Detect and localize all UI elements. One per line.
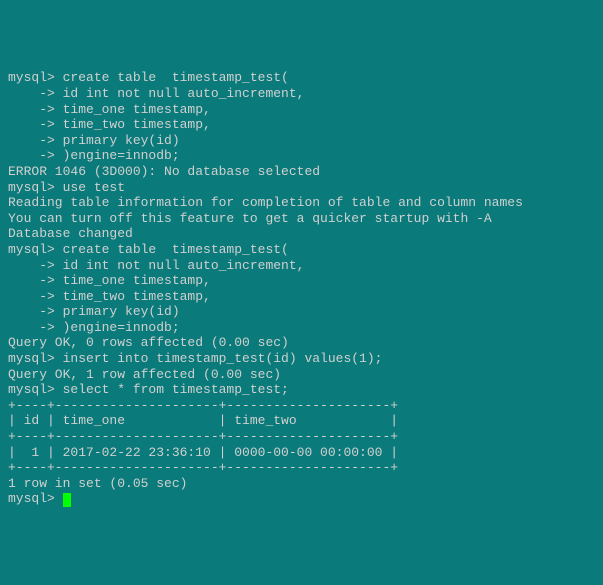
terminal-line: -> )engine=innodb; xyxy=(8,148,595,164)
terminal-text: +----+---------------------+------------… xyxy=(8,398,398,413)
terminal-line: Database changed xyxy=(8,226,595,242)
terminal-text: You can turn off this feature to get a q… xyxy=(8,211,492,226)
terminal-text: -> )engine=innodb; xyxy=(8,148,180,163)
terminal-text: -> id int not null auto_increment, xyxy=(8,258,304,273)
terminal-text: ERROR 1046 (3D000): No database selected xyxy=(8,164,320,179)
terminal-text: | 1 | 2017-02-22 23:36:10 | 0000-00-00 0… xyxy=(8,445,398,460)
terminal-text: -> primary key(id) xyxy=(8,304,180,319)
terminal-line: mysql> create table timestamp_test( xyxy=(8,242,595,258)
terminal-line: Query OK, 0 rows affected (0.00 sec) xyxy=(8,335,595,351)
terminal-line: mysql> use test xyxy=(8,180,595,196)
terminal-text: mysql> create table timestamp_test( xyxy=(8,242,289,257)
terminal-line: | id | time_one | time_two | xyxy=(8,413,595,429)
terminal-line: -> time_two timestamp, xyxy=(8,289,595,305)
terminal-text: -> time_two timestamp, xyxy=(8,289,211,304)
terminal-line: Query OK, 1 row affected (0.00 sec) xyxy=(8,367,595,383)
terminal-text: Query OK, 1 row affected (0.00 sec) xyxy=(8,367,281,382)
cursor-block xyxy=(63,493,71,507)
terminal-text: -> primary key(id) xyxy=(8,133,180,148)
terminal-line: mysql> create table timestamp_test( xyxy=(8,70,595,86)
terminal-text: -> time_one timestamp, xyxy=(8,102,211,117)
terminal-text: mysql> xyxy=(8,491,63,506)
terminal-text: mysql> create table timestamp_test( xyxy=(8,70,289,85)
terminal-text: +----+---------------------+------------… xyxy=(8,460,398,475)
terminal-output[interactable]: mysql> create table timestamp_test( -> i… xyxy=(8,70,595,507)
terminal-line: -> time_one timestamp, xyxy=(8,102,595,118)
terminal-text: Query OK, 0 rows affected (0.00 sec) xyxy=(8,335,289,350)
terminal-line: 1 row in set (0.05 sec) xyxy=(8,476,595,492)
terminal-line: -> id int not null auto_increment, xyxy=(8,258,595,274)
terminal-text: | id | time_one | time_two | xyxy=(8,413,398,428)
terminal-text: mysql> use test xyxy=(8,180,125,195)
terminal-line: +----+---------------------+------------… xyxy=(8,398,595,414)
terminal-line: mysql> select * from timestamp_test; xyxy=(8,382,595,398)
terminal-line: -> primary key(id) xyxy=(8,133,595,149)
terminal-line: -> id int not null auto_increment, xyxy=(8,86,595,102)
terminal-line: +----+---------------------+------------… xyxy=(8,429,595,445)
terminal-text: -> time_two timestamp, xyxy=(8,117,211,132)
terminal-line: You can turn off this feature to get a q… xyxy=(8,211,595,227)
terminal-line: mysql> xyxy=(8,491,595,507)
terminal-text: 1 row in set (0.05 sec) xyxy=(8,476,187,491)
terminal-line: mysql> insert into timestamp_test(id) va… xyxy=(8,351,595,367)
terminal-text: Database changed xyxy=(8,226,133,241)
terminal-line: Reading table information for completion… xyxy=(8,195,595,211)
terminal-text: -> time_one timestamp, xyxy=(8,273,211,288)
terminal-line: -> time_one timestamp, xyxy=(8,273,595,289)
terminal-text: +----+---------------------+------------… xyxy=(8,429,398,444)
terminal-line: +----+---------------------+------------… xyxy=(8,460,595,476)
terminal-text: -> id int not null auto_increment, xyxy=(8,86,304,101)
terminal-line: | 1 | 2017-02-22 23:36:10 | 0000-00-00 0… xyxy=(8,445,595,461)
terminal-line: -> primary key(id) xyxy=(8,304,595,320)
terminal-text: mysql> select * from timestamp_test; xyxy=(8,382,289,397)
terminal-line: ERROR 1046 (3D000): No database selected xyxy=(8,164,595,180)
terminal-text: mysql> insert into timestamp_test(id) va… xyxy=(8,351,382,366)
terminal-line: -> time_two timestamp, xyxy=(8,117,595,133)
terminal-text: -> )engine=innodb; xyxy=(8,320,180,335)
terminal-text: Reading table information for completion… xyxy=(8,195,523,210)
terminal-line: -> )engine=innodb; xyxy=(8,320,595,336)
